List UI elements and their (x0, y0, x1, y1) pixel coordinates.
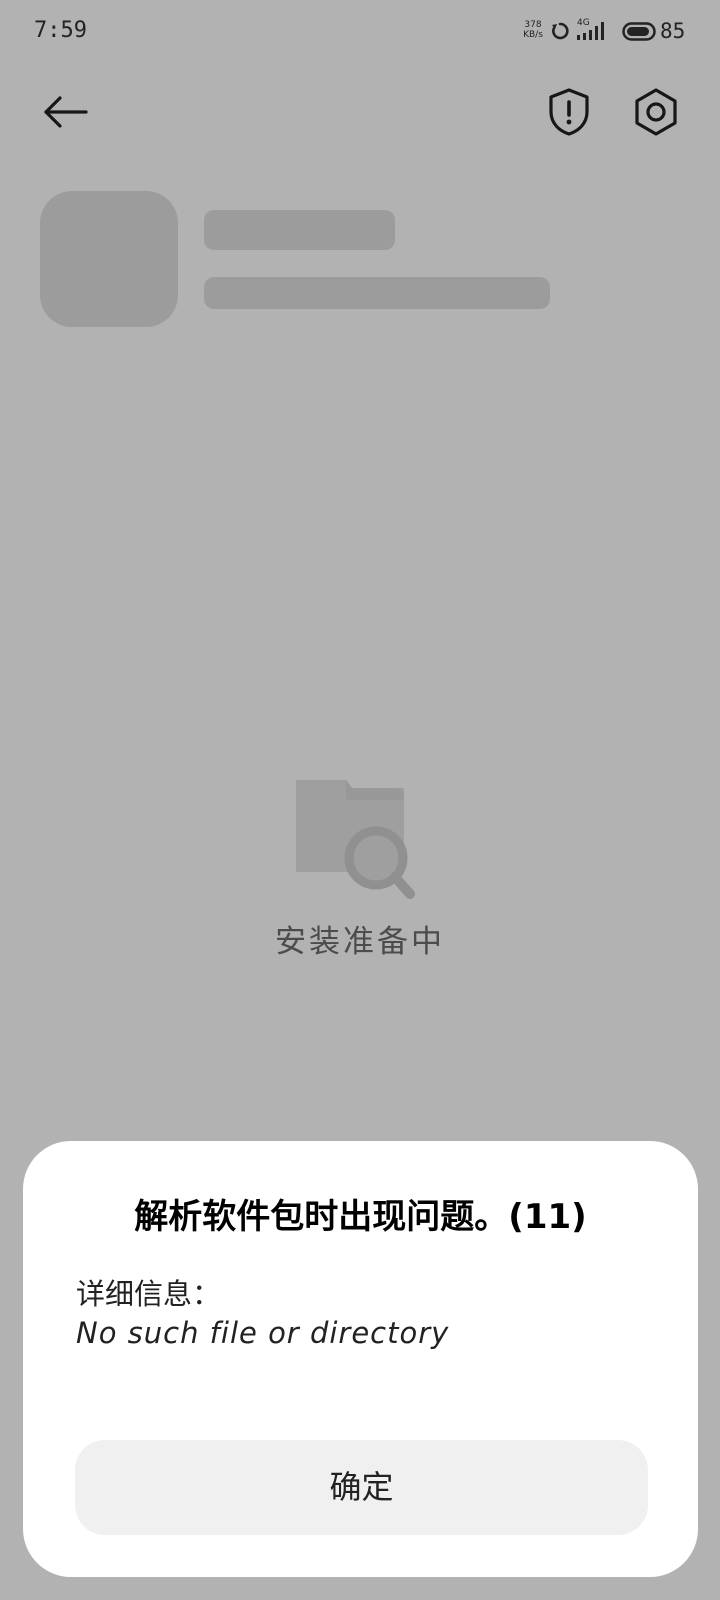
screen: 7:59 378 KB/s 4G 85 安装准备中 解析软件包时出现问题。(11… (0, 0, 720, 1600)
dialog-detail-label: 详细信息： (76, 1277, 222, 1311)
dialog-detail-message: No such file or directory (76, 1316, 450, 1350)
confirm-button[interactable]: 确定 (75, 1440, 648, 1535)
dialog-title: 解析软件包时出现问题。(11) (134, 1197, 587, 1237)
error-dialog: 解析软件包时出现问题。(11) 详细信息： No such file or di… (23, 1141, 698, 1577)
